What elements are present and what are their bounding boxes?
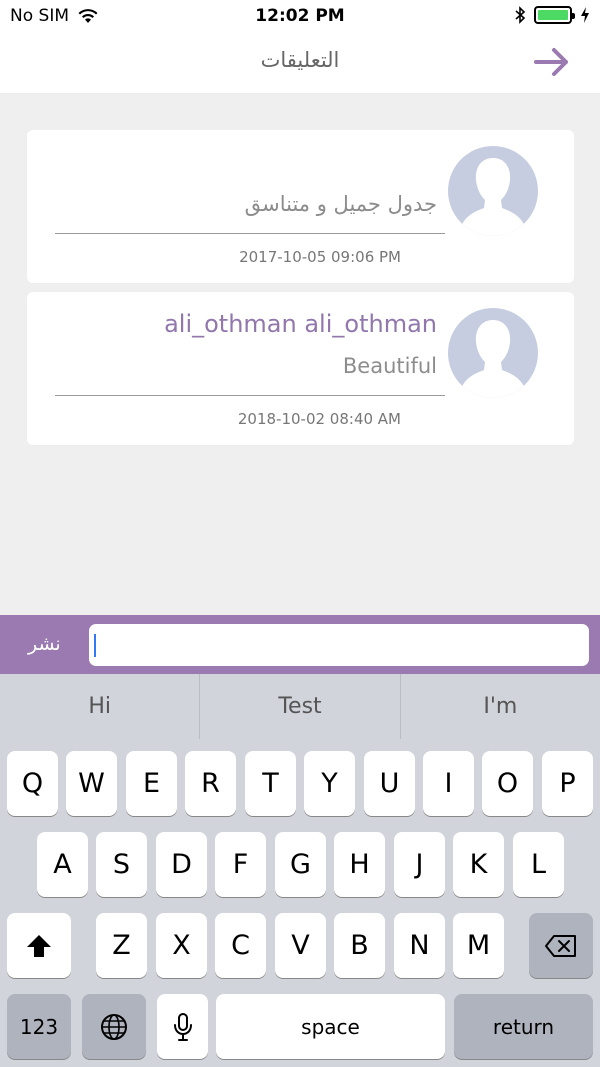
- battery-icon: [534, 6, 575, 24]
- key-w[interactable]: W: [66, 751, 117, 816]
- key-x[interactable]: X: [156, 913, 207, 978]
- shift-key[interactable]: [7, 913, 71, 978]
- arrow-right-icon: [534, 48, 568, 76]
- key-o[interactable]: O: [482, 751, 533, 816]
- key-f[interactable]: F: [215, 832, 266, 897]
- comments-list: جدول جميل و متناسق 2017-10-05 09:06 PM a…: [27, 130, 574, 454]
- key-u[interactable]: U: [364, 751, 415, 816]
- key-v[interactable]: V: [275, 913, 326, 978]
- nav-bar: التعليقات: [0, 32, 600, 93]
- dictation-key[interactable]: [157, 994, 208, 1059]
- suggestion-item[interactable]: I'm: [401, 674, 600, 739]
- comment-date: 2017-10-05 09:06 PM: [239, 248, 401, 266]
- comment-date: 2018-10-02 08:40 AM: [237, 410, 401, 428]
- backspace-icon: [545, 934, 576, 957]
- key-i[interactable]: I: [423, 751, 474, 816]
- comment-author[interactable]: ali_othman ali_othman: [164, 310, 437, 338]
- person-silhouette-icon: [458, 158, 528, 236]
- shift-arrow-icon: [27, 934, 51, 957]
- delete-key[interactable]: [529, 913, 593, 978]
- numbers-key[interactable]: 123: [7, 994, 71, 1059]
- key-n[interactable]: N: [394, 913, 445, 978]
- person-silhouette-icon: [458, 320, 528, 398]
- microphone-icon: [173, 1012, 192, 1041]
- key-l[interactable]: L: [513, 832, 564, 897]
- comment-card: ali_othman ali_othman Beautiful 2018-10-…: [27, 292, 574, 445]
- predictive-bar: Hi Test I'm: [0, 674, 600, 739]
- key-z[interactable]: Z: [96, 913, 147, 978]
- key-r[interactable]: R: [185, 751, 236, 816]
- page-title: التعليقات: [260, 48, 340, 72]
- key-e[interactable]: E: [126, 751, 177, 816]
- key-t[interactable]: T: [245, 751, 296, 816]
- comment-text: جدول جميل و متناسق: [244, 192, 437, 216]
- post-button[interactable]: نشر: [28, 633, 61, 655]
- clock: 12:02 PM: [255, 6, 345, 26]
- globe-key[interactable]: [82, 994, 146, 1059]
- text-cursor: [94, 634, 96, 657]
- key-b[interactable]: B: [334, 913, 385, 978]
- suggestion-item[interactable]: Hi: [0, 674, 199, 739]
- divider: [55, 395, 445, 396]
- key-d[interactable]: D: [156, 832, 207, 897]
- key-g[interactable]: G: [275, 832, 326, 897]
- status-bar: No SIM 12:02 PM: [0, 0, 600, 32]
- avatar: [448, 308, 538, 398]
- bluetooth-icon: [515, 6, 526, 24]
- comment-text: Beautiful: [342, 354, 437, 378]
- divider: [55, 233, 445, 234]
- charging-icon: [581, 7, 589, 23]
- key-k[interactable]: K: [453, 832, 504, 897]
- space-key[interactable]: space: [216, 994, 445, 1059]
- suggestion-item[interactable]: Test: [200, 674, 399, 739]
- key-y[interactable]: Y: [304, 751, 355, 816]
- comment-composer: نشر: [0, 615, 600, 674]
- key-c[interactable]: C: [215, 913, 266, 978]
- globe-icon: [101, 1013, 127, 1040]
- key-h[interactable]: H: [334, 832, 385, 897]
- key-j[interactable]: J: [394, 832, 445, 897]
- comment-input[interactable]: [89, 624, 589, 666]
- key-p[interactable]: P: [542, 751, 593, 816]
- status-icons: [514, 6, 590, 24]
- avatar: [448, 146, 538, 236]
- keyboard: Q W E R T Y U I O P A S D F G H J K L Z …: [0, 739, 600, 1067]
- return-key[interactable]: return: [454, 994, 593, 1059]
- battery-fill: [538, 10, 568, 20]
- back-button[interactable]: [532, 46, 572, 78]
- key-q[interactable]: Q: [7, 751, 58, 816]
- key-a[interactable]: A: [37, 832, 88, 897]
- comment-card: جدول جميل و متناسق 2017-10-05 09:06 PM: [27, 130, 574, 283]
- key-s[interactable]: S: [96, 832, 147, 897]
- key-m[interactable]: M: [453, 913, 504, 978]
